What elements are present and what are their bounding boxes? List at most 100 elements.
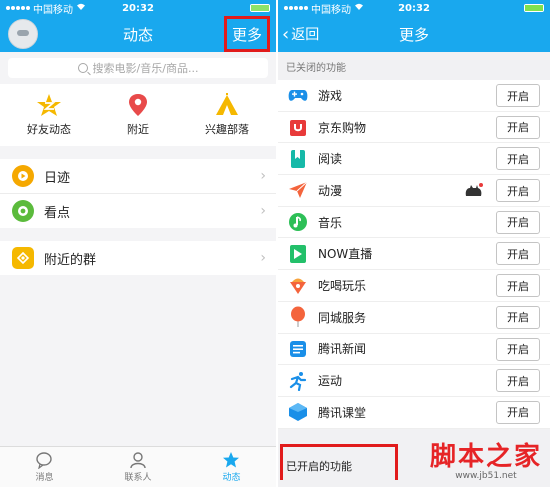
feature-label: 阅读 bbox=[318, 152, 343, 167]
feature-row: 音乐 开启 bbox=[278, 207, 550, 239]
open-button[interactable]: 开启 bbox=[496, 84, 540, 107]
avatar[interactable] bbox=[8, 19, 38, 49]
row-nearby-group[interactable]: 附近的群 › bbox=[0, 241, 276, 275]
status-bar: 中国移动 20:32 bbox=[278, 0, 550, 16]
tab-label: 消息 bbox=[35, 473, 54, 483]
open-button[interactable]: 开启 bbox=[496, 115, 540, 139]
chevron-right-icon: › bbox=[260, 168, 266, 184]
feature-row: 吃喝玩乐 开启 bbox=[278, 270, 550, 302]
more-button[interactable]: 更多 bbox=[223, 16, 270, 52]
open-button[interactable]: 开启 bbox=[496, 369, 540, 393]
opened-section-title: 已开启的功能 bbox=[286, 460, 352, 473]
feature-row: 游戏 开启 bbox=[278, 80, 550, 112]
nearby-group-icon bbox=[12, 247, 34, 269]
quick-label: 好友动态 bbox=[27, 123, 71, 136]
tribe-tent-icon bbox=[216, 93, 238, 115]
feature-row: 腾讯新闻 开启 bbox=[278, 334, 550, 366]
page-title: 动态 bbox=[122, 25, 153, 44]
row-label: 看点 bbox=[44, 205, 71, 221]
battery-icon bbox=[524, 4, 544, 12]
page-title: 更多 bbox=[398, 25, 429, 44]
message-icon bbox=[36, 452, 53, 469]
feed-group-1: 日迹 › 看点 › bbox=[0, 159, 276, 228]
shopping-bag-icon bbox=[288, 117, 308, 137]
back-button[interactable]: ‹ 返回 bbox=[282, 16, 319, 52]
balloon-icon bbox=[288, 306, 308, 328]
status-bar: 中国移动 20:32 bbox=[0, 0, 276, 16]
chevron-right-icon: › bbox=[260, 250, 266, 266]
feature-label: NOW直播 bbox=[318, 247, 373, 262]
feature-label: 京东购物 bbox=[318, 120, 367, 135]
tab-bar: 消息 联系人 动态 bbox=[0, 446, 276, 487]
status-time: 20:32 bbox=[398, 2, 430, 14]
feed-star-icon bbox=[223, 452, 240, 468]
open-button[interactable]: 开启 bbox=[496, 400, 540, 424]
tab-label: 动态 bbox=[222, 473, 241, 483]
row-label: 日迹 bbox=[44, 170, 71, 186]
closed-section-title: 已关闭的功能 bbox=[286, 62, 346, 74]
nav-bar: 动态 更多 bbox=[0, 16, 276, 52]
back-label: 返回 bbox=[291, 27, 320, 43]
tab-label: 联系人 bbox=[124, 473, 152, 483]
open-button[interactable]: 开启 bbox=[496, 305, 540, 329]
food-icon bbox=[288, 275, 308, 295]
gamepad-icon bbox=[288, 85, 308, 105]
feature-label: 动漫 bbox=[318, 183, 343, 198]
location-pin-icon bbox=[129, 94, 147, 116]
quick-entries: 好友动态 附近 兴趣部落 bbox=[0, 84, 276, 146]
nav-bar: ‹ 返回 更多 bbox=[278, 16, 550, 52]
quick-tribe[interactable]: 兴趣部落 bbox=[205, 93, 249, 137]
friends-star-icon bbox=[37, 94, 61, 116]
paper-plane-icon bbox=[288, 180, 308, 200]
open-button[interactable]: 开启 bbox=[496, 147, 540, 171]
screenshot: 中国移动 20:32 动态 更多 搜索电影/音乐/商品... 好友动态 附近 兴… bbox=[0, 0, 550, 487]
row-kandian[interactable]: 看点 › bbox=[0, 194, 276, 228]
quick-friends-feed[interactable]: 好友动态 bbox=[27, 93, 71, 137]
site-watermark: 脚本之家 www.jb51.net bbox=[430, 436, 542, 481]
news-icon bbox=[288, 339, 308, 359]
new-badge-cat-icon bbox=[464, 183, 484, 200]
more-screen: 中国移动 20:32 ‹ 返回 更多 已关闭的功能 游戏 开启 京东购物 开启 阅读 开启… bbox=[278, 0, 550, 487]
feature-list: 游戏 开启 京东购物 开启 阅读 开启 动漫 开启 音乐 开启 NOW直播 开启 吃喝玩乐 开启 同城服务开… bbox=[278, 80, 550, 429]
search-placeholder: 搜索电影/音乐/商品... bbox=[92, 62, 199, 75]
open-button[interactable]: 开启 bbox=[496, 242, 540, 266]
feature-label: 运动 bbox=[318, 374, 343, 389]
now-live-icon bbox=[288, 244, 308, 264]
tab-feed[interactable]: 动态 bbox=[222, 451, 241, 483]
feature-label: 音乐 bbox=[318, 215, 343, 230]
feature-row: 同城服务 开启 bbox=[278, 302, 550, 334]
feature-row: 京东购物 开启 bbox=[278, 112, 550, 144]
contacts-icon bbox=[130, 452, 146, 469]
classroom-icon bbox=[288, 402, 308, 422]
row-daily[interactable]: 日迹 › bbox=[0, 159, 276, 194]
open-button[interactable]: 开启 bbox=[496, 274, 540, 298]
row-label: 附近的群 bbox=[44, 252, 97, 268]
feature-label: 腾讯课堂 bbox=[318, 405, 367, 420]
daily-play-icon bbox=[12, 165, 34, 187]
music-icon bbox=[288, 212, 308, 232]
feed-group-2: 附近的群 › bbox=[0, 241, 276, 275]
search-bar[interactable]: 搜索电影/音乐/商品... bbox=[8, 58, 268, 78]
open-button[interactable]: 开启 bbox=[496, 179, 540, 203]
tab-messages[interactable]: 消息 bbox=[35, 451, 54, 483]
feature-label: 同城服务 bbox=[318, 310, 367, 325]
feature-row: NOW直播 开启 bbox=[278, 238, 550, 271]
feature-row: 阅读 开启 bbox=[278, 143, 550, 176]
quick-nearby[interactable]: 附近 bbox=[125, 93, 151, 137]
open-button[interactable]: 开启 bbox=[496, 337, 540, 361]
chevron-right-icon: › bbox=[260, 203, 266, 219]
open-button[interactable]: 开启 bbox=[496, 210, 540, 234]
feature-row: 运动 开启 bbox=[278, 365, 550, 397]
running-icon bbox=[288, 371, 308, 391]
battery-icon bbox=[250, 4, 270, 12]
chevron-left-icon: ‹ bbox=[282, 23, 290, 45]
feed-screen: 中国移动 20:32 动态 更多 搜索电影/音乐/商品... 好友动态 附近 兴… bbox=[0, 0, 276, 487]
feature-row: 腾讯课堂 开启 bbox=[278, 397, 550, 429]
tab-contacts[interactable]: 联系人 bbox=[124, 451, 152, 483]
eye-icon bbox=[12, 200, 34, 222]
feature-label: 腾讯新闻 bbox=[318, 342, 367, 357]
feature-label: 游戏 bbox=[318, 88, 343, 103]
feature-label: 吃喝玩乐 bbox=[318, 278, 367, 293]
search-icon bbox=[77, 63, 88, 73]
watermark-name: 脚本之家 bbox=[429, 442, 542, 472]
